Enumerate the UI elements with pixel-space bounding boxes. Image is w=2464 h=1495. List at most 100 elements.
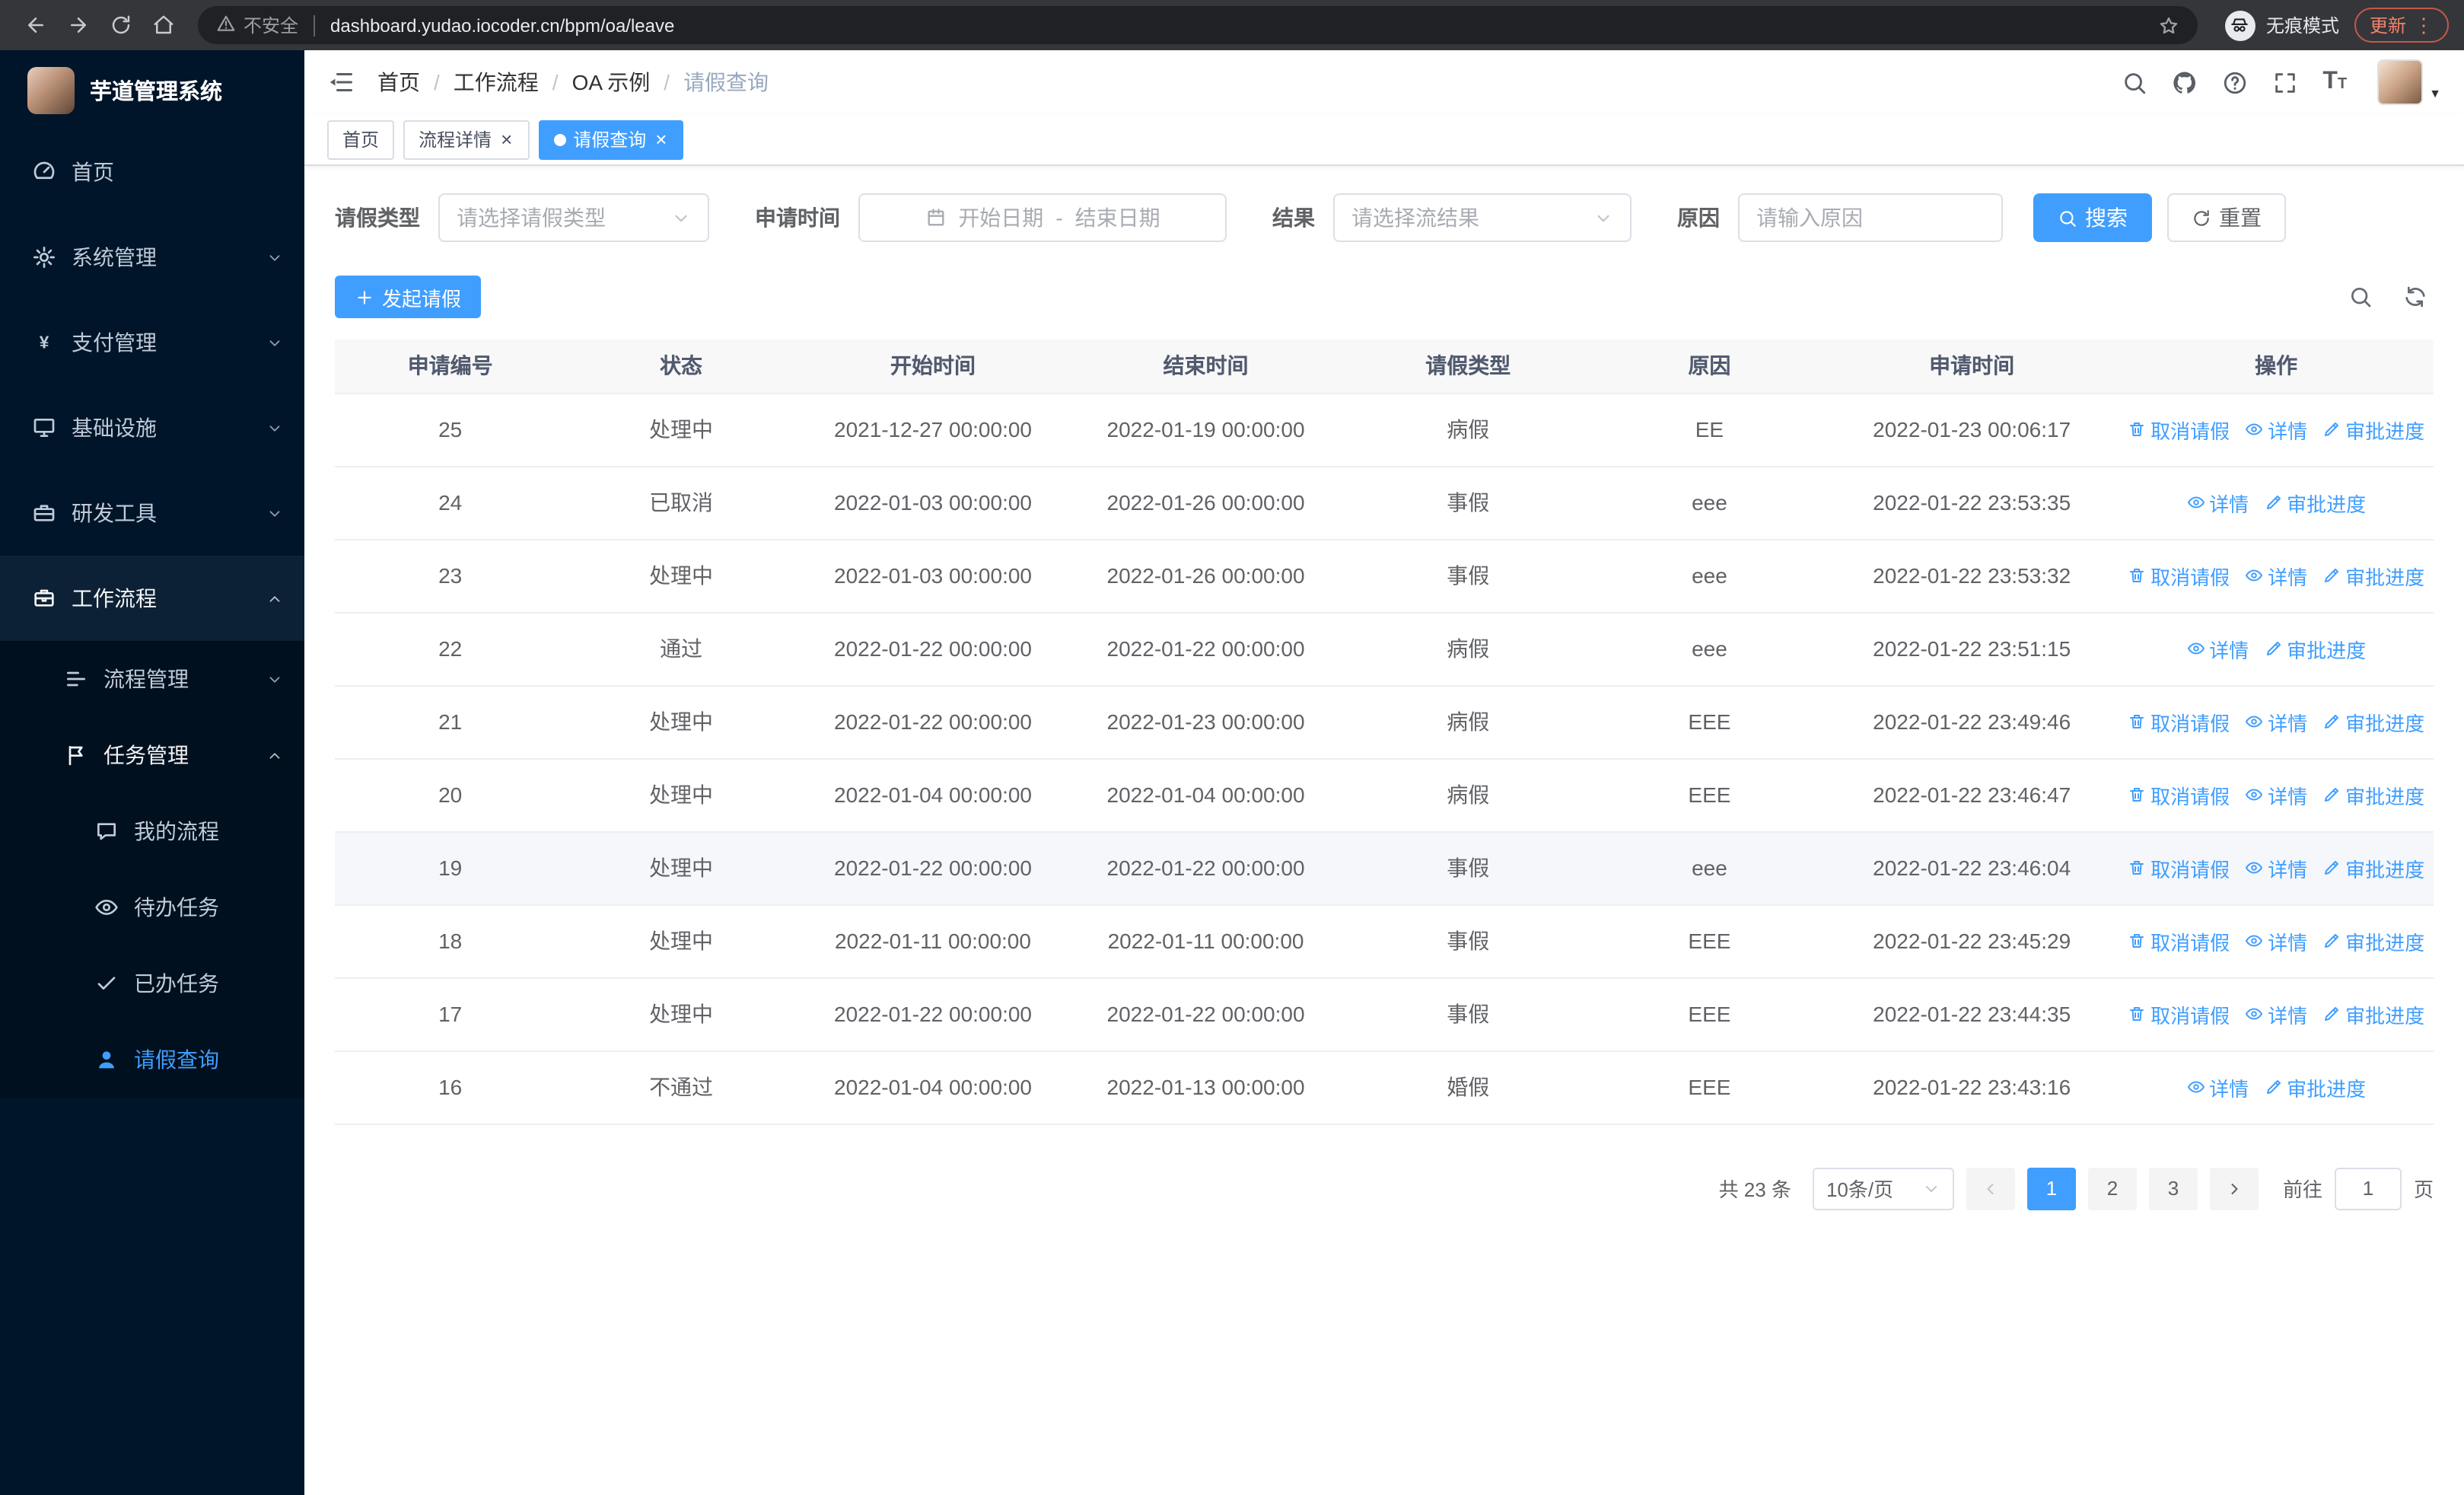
cell-end-time: 2022-01-26 00:00:00 (1069, 466, 1342, 540)
progress-action-link[interactable]: 审批进度 (2322, 926, 2424, 955)
user-icon (94, 1047, 119, 1072)
cancel-action-link[interactable]: 取消请假 (2128, 415, 2230, 444)
cancel-action-link[interactable]: 取消请假 (2128, 999, 2230, 1028)
progress-action-link[interactable]: 审批进度 (2322, 853, 2424, 882)
breadcrumb-item[interactable]: OA 示例 (572, 67, 651, 97)
sidebar-item[interactable]: 我的流程 (0, 793, 304, 869)
create-leave-button[interactable]: 发起请假 (335, 276, 482, 318)
plus-icon (355, 287, 374, 307)
view-tag[interactable]: 请假查询 × (538, 120, 684, 159)
detail-action-link[interactable]: 详情 (2186, 1073, 2249, 1101)
detail-action-link[interactable]: 详情 (2245, 415, 2307, 444)
search-button[interactable]: 搜索 (2033, 193, 2152, 242)
progress-action-link[interactable]: 审批进度 (2322, 999, 2424, 1028)
next-page-button[interactable] (2209, 1167, 2259, 1210)
cell-apply-time: 2022-01-22 23:45:29 (1825, 904, 2119, 978)
breadcrumb-item[interactable]: 工作流程 (454, 67, 539, 97)
logo-avatar (27, 66, 75, 113)
progress-action-link[interactable]: 审批进度 (2264, 1073, 2366, 1101)
sidebar-item[interactable]: 任务管理 (0, 717, 304, 793)
table-row: 19 处理中 2022-01-22 00:00:00 2022-01-22 00:00… (335, 831, 2434, 905)
user-avatar[interactable]: ▼ (2377, 59, 2441, 105)
progress-action-link[interactable]: 审批进度 (2322, 780, 2424, 809)
apply-time-filter: 申请时间 开始日期 - 结束日期 (755, 193, 1227, 242)
filter-form: 请假类型 请选择请假类型 申请时间 开始日期 - 结束日期 结果 请选择流结果 … (335, 193, 2434, 242)
sidebar-item[interactable]: 首页 (0, 129, 304, 215)
leave-type-select[interactable]: 请选择请假类型 (438, 193, 709, 242)
browser-forward-button[interactable] (58, 5, 97, 45)
cancel-action-link[interactable]: 取消请假 (2128, 926, 2230, 955)
sidebar-item[interactable]: ¥ 支付管理 (0, 300, 304, 385)
browser-address-bar[interactable]: 不安全 dashboard.yudao.iocoder.cn/bpm/oa/le… (198, 6, 2198, 44)
edit-icon (2322, 859, 2341, 877)
page-size-select[interactable]: 10条/页 (1812, 1167, 1954, 1210)
cell-leave-type: 病假 (1342, 393, 1594, 467)
cancel-action-link[interactable]: 取消请假 (2128, 561, 2230, 590)
github-icon[interactable] (2172, 69, 2198, 95)
search-icon[interactable] (2122, 69, 2147, 95)
apply-time-range-picker[interactable]: 开始日期 - 结束日期 (858, 193, 1227, 242)
page-button-2[interactable]: 2 (2087, 1167, 2137, 1210)
detail-action-link[interactable]: 详情 (2186, 634, 2249, 663)
browser-back-button[interactable] (15, 5, 55, 45)
reset-button[interactable]: 重置 (2167, 193, 2286, 242)
browser-reload-button[interactable] (100, 5, 140, 45)
progress-action-link[interactable]: 审批进度 (2264, 488, 2366, 517)
navbar-actions: TT ▼ (2122, 59, 2441, 105)
search-toggle-icon[interactable] (2348, 285, 2373, 309)
sidebar-item[interactable]: 系统管理 (0, 215, 304, 300)
progress-action-link[interactable]: 审批进度 (2264, 634, 2366, 663)
sidebar-item[interactable]: 基础设施 (0, 385, 304, 470)
close-icon[interactable]: × (499, 129, 514, 149)
sidebar-item[interactable]: 流程管理 (0, 641, 304, 717)
check-icon (94, 971, 119, 996)
browser-update-button[interactable]: 更新 ⋮ (2354, 8, 2449, 43)
cancel-action-link[interactable]: 取消请假 (2128, 853, 2230, 882)
sidebar-collapse-icon[interactable] (327, 69, 355, 96)
refresh-table-icon[interactable] (2403, 285, 2427, 309)
font-size-icon[interactable]: TT (2322, 69, 2347, 94)
cell-start-time: 2021-12-27 00:00:00 (796, 393, 1070, 467)
cell-start-time: 2022-01-22 00:00:00 (796, 831, 1070, 905)
sidebar-item[interactable]: 研发工具 (0, 470, 304, 556)
detail-action-link[interactable]: 详情 (2245, 926, 2307, 955)
edit-icon (2264, 1078, 2282, 1096)
sidebar-item[interactable]: 待办任务 (0, 869, 304, 945)
detail-action-link[interactable]: 详情 (2245, 853, 2307, 882)
browser-menu-icon[interactable]: ⋮ (2414, 13, 2434, 37)
sidebar-item[interactable]: 工作流程 (0, 556, 304, 641)
sidebar-item[interactable]: 已办任务 (0, 945, 304, 1022)
page-button-3[interactable]: 3 (2148, 1167, 2198, 1210)
close-icon[interactable]: × (654, 129, 668, 149)
view-tag[interactable]: 流程详情 × (403, 120, 530, 159)
prev-page-button[interactable] (1966, 1167, 2015, 1210)
browser-home-button[interactable] (143, 5, 183, 45)
breadcrumb-item[interactable]: 首页 (377, 67, 420, 97)
view-icon (2245, 932, 2263, 950)
workflow-icon (32, 586, 56, 610)
progress-action-link[interactable]: 审批进度 (2322, 561, 2424, 590)
detail-action-link[interactable]: 详情 (2245, 999, 2307, 1028)
cell-leave-type: 病假 (1342, 758, 1594, 832)
help-icon[interactable] (2222, 69, 2248, 95)
app-logo[interactable]: 芋道管理系统 (0, 50, 304, 129)
cancel-action-link[interactable]: 取消请假 (2128, 780, 2230, 809)
reason-input[interactable] (1738, 193, 2003, 242)
cancel-action-link[interactable]: 取消请假 (2128, 707, 2230, 736)
detail-action-link[interactable]: 详情 (2245, 707, 2307, 736)
goto-page-input[interactable] (2334, 1167, 2402, 1210)
cell-status: 处理中 (565, 758, 797, 832)
fullscreen-icon[interactable] (2272, 69, 2298, 95)
detail-action-link[interactable]: 详情 (2245, 561, 2307, 590)
security-warning[interactable]: 不安全 (216, 12, 298, 38)
detail-action-link[interactable]: 详情 (2186, 488, 2249, 517)
view-icon (2186, 493, 2205, 512)
progress-action-link[interactable]: 审批进度 (2322, 415, 2424, 444)
page-button-1[interactable]: 1 (2026, 1167, 2076, 1210)
sidebar-item[interactable]: 请假查询 (0, 1022, 304, 1098)
detail-action-link[interactable]: 详情 (2245, 780, 2307, 809)
view-tag[interactable]: 首页 (327, 120, 395, 159)
result-select[interactable]: 请选择流结果 (1333, 193, 1632, 242)
progress-action-link[interactable]: 审批进度 (2322, 707, 2424, 736)
bookmark-star-icon[interactable] (2158, 14, 2179, 36)
